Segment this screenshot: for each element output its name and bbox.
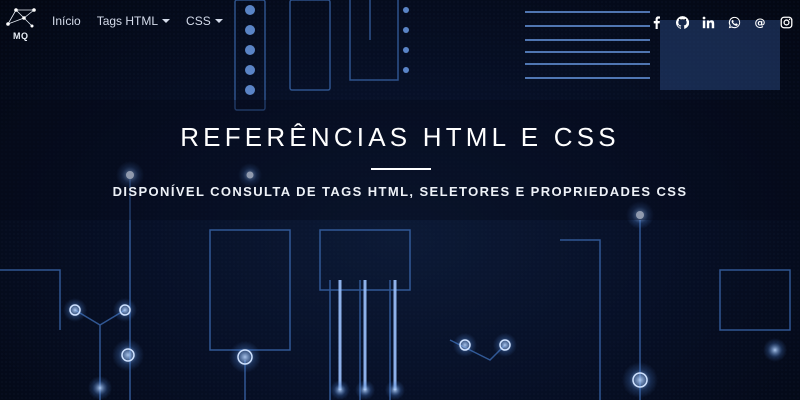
nav-item-css[interactable]: CSS — [186, 14, 223, 28]
instagram-icon[interactable] — [778, 14, 794, 30]
nav-item-inicio[interactable]: Início — [52, 14, 81, 28]
github-icon[interactable] — [674, 14, 690, 30]
facebook-icon[interactable] — [648, 14, 664, 30]
hero-page: MQ Início Tags HTML CSS @ REFERÊNCIAS HT… — [0, 0, 800, 400]
caret-down-icon — [214, 19, 223, 23]
circuit-background — [0, 0, 800, 400]
whatsapp-icon[interactable] — [726, 14, 742, 30]
brand-logo[interactable]: MQ — [4, 6, 38, 41]
caret-down-icon — [162, 19, 171, 23]
logo-text: MQ — [13, 31, 29, 41]
nav-item-tags-html[interactable]: Tags HTML — [96, 14, 171, 28]
nav-item-label: Tags HTML — [96, 14, 159, 28]
top-navbar: MQ Início Tags HTML CSS @ — [0, 0, 800, 44]
nav-item-label: CSS — [186, 14, 211, 28]
nav-links: Início Tags HTML CSS — [52, 14, 239, 28]
hero-subtitle: DISPONÍVEL CONSULTA DE TAGS HTML, SELETO… — [112, 184, 688, 199]
social-links: @ — [638, 14, 794, 30]
network-logo-icon — [6, 8, 36, 28]
hero-divider — [371, 168, 431, 170]
hero-title: REFERÊNCIAS HTML E CSS — [180, 122, 620, 152]
email-icon[interactable]: @ — [752, 14, 768, 30]
nav-item-label: Início — [52, 14, 81, 28]
linkedin-icon[interactable] — [700, 14, 716, 30]
